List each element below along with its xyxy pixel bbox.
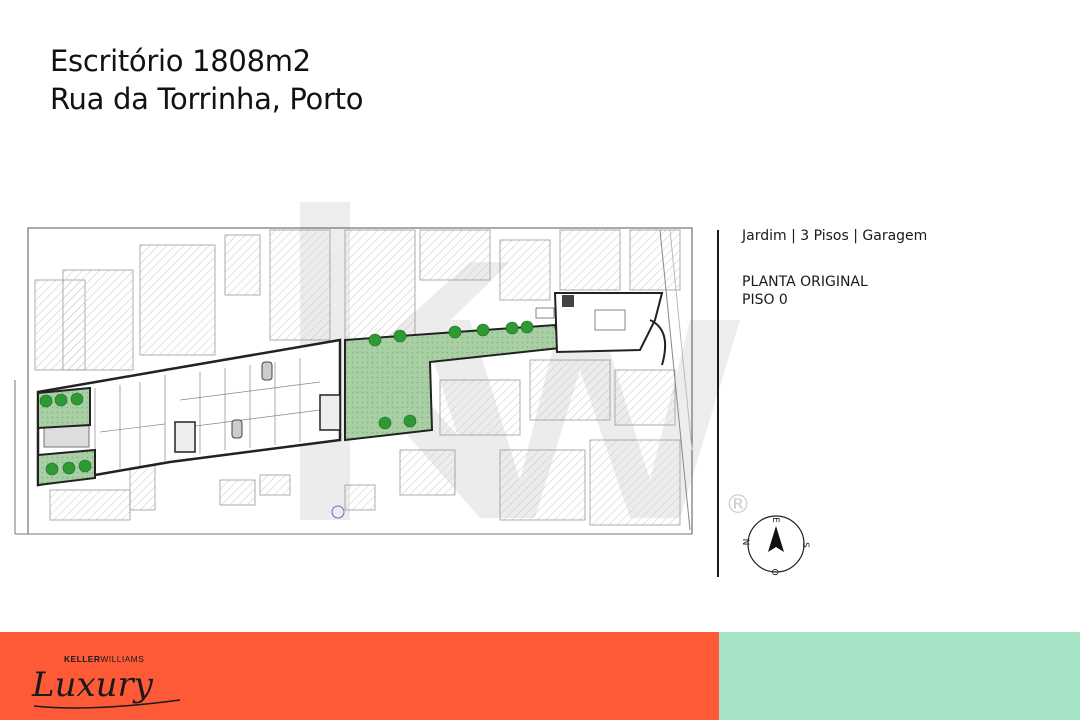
floor-label: PISO 0 — [742, 292, 788, 308]
vertical-divider — [717, 230, 719, 577]
floor-plan-drawing: ® — [14, 202, 751, 535]
property-title: Escritório 1808m2 Rua da Torrinha, Porto — [50, 42, 363, 118]
title-line-1: Escritório 1808m2 — [50, 44, 311, 78]
compass-rose-icon: N E S O — [742, 515, 810, 576]
luxury-logo: Luxury — [31, 665, 181, 709]
compass-s-label: S — [800, 542, 810, 548]
footer-accent-panel — [719, 632, 1080, 720]
title-line-2: Rua da Torrinha, Porto — [50, 82, 364, 116]
plan-info: Jardim | 3 Pisos | Garagem PLANTA ORIGIN… — [742, 227, 927, 309]
plan-label: PLANTA ORIGINAL — [742, 274, 868, 290]
compass-n-label: N — [742, 539, 750, 546]
features-text: Jardim | 3 Pisos | Garagem — [742, 228, 928, 244]
compass-o-label: O — [769, 568, 779, 575]
luxury-script-text: Luxury — [31, 665, 154, 705]
compass-e-label: E — [770, 517, 780, 523]
footer-brand-panel: KELLERWILLIAMS Luxury — [0, 632, 719, 720]
